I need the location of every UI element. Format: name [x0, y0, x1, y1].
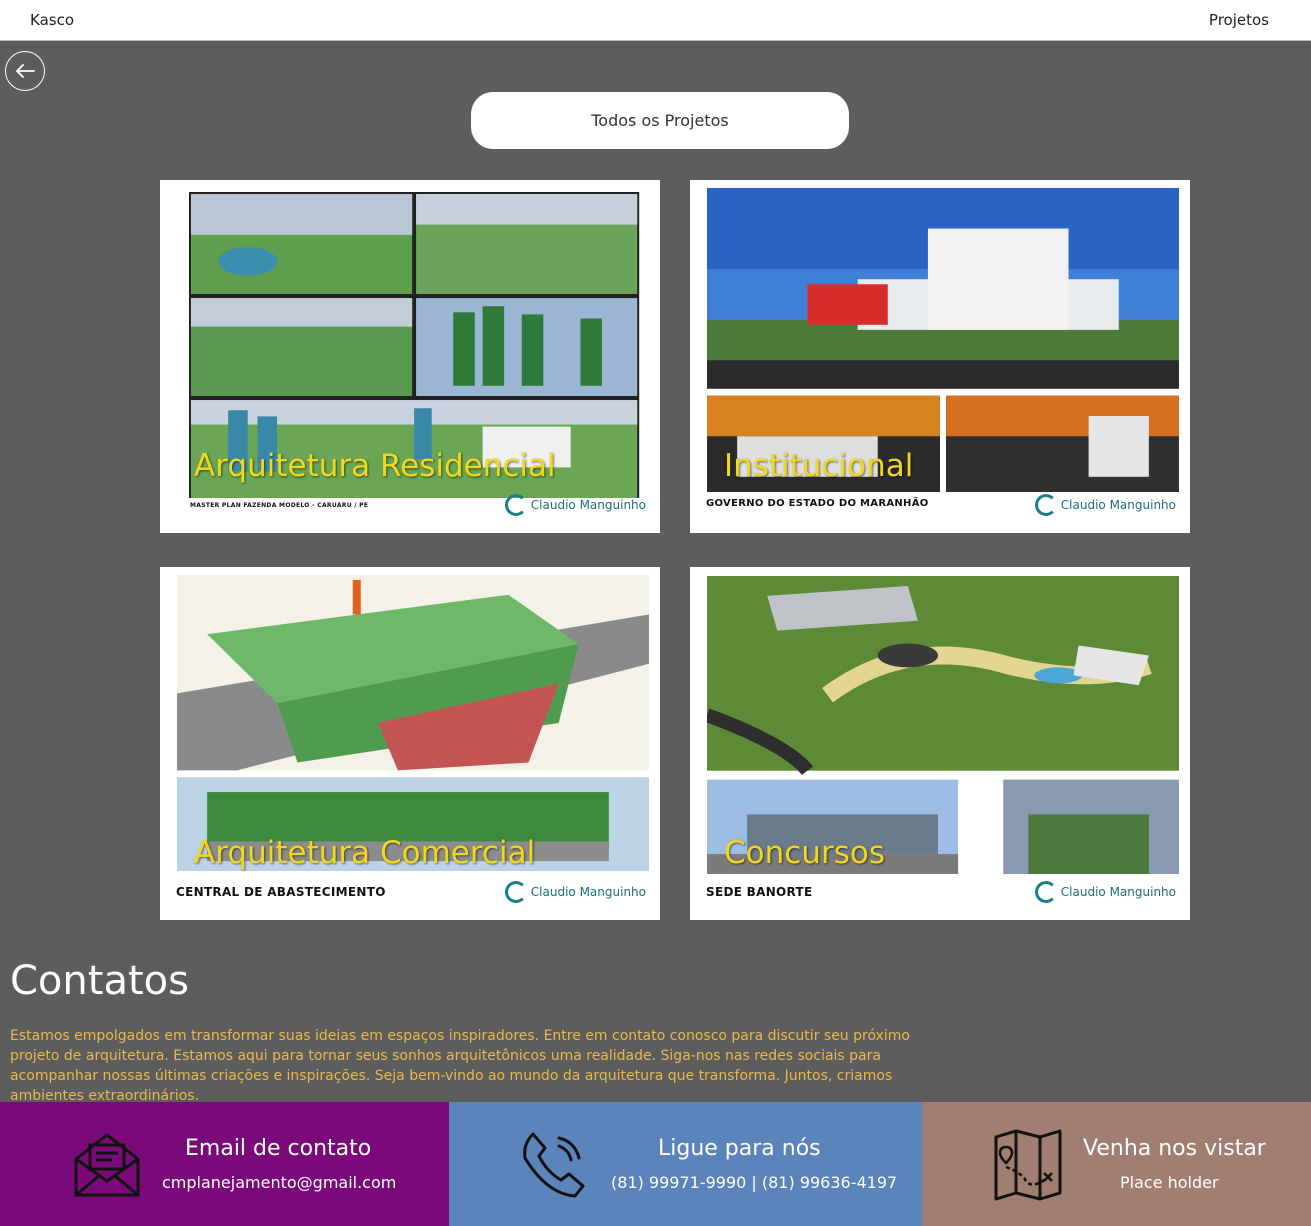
map-icon — [994, 1129, 1062, 1201]
top-navbar: Kasco Projetos — [0, 0, 1311, 41]
all-projects-button[interactable]: Todos os Projetos — [471, 92, 849, 149]
project-title: Institucional — [724, 448, 914, 484]
brand-logo[interactable]: Kasco — [30, 11, 74, 29]
contact-card-phone[interactable]: Ligue para nós (81) 99971-9990 | (81) 99… — [449, 1102, 922, 1226]
contact-email-value[interactable]: cmplanejamento@gmail.com — [162, 1173, 396, 1192]
envelope-icon — [74, 1133, 140, 1197]
back-button[interactable] — [5, 51, 45, 91]
firm-mark-icon — [504, 494, 527, 516]
contacts-description: Estamos empolgados em transformar suas i… — [10, 1028, 910, 1104]
project-title: Arquitetura Comercial — [194, 835, 536, 871]
project-image — [707, 188, 1179, 492]
arrow-left-icon — [16, 64, 35, 78]
firm-name: Claudio Manguinho — [530, 885, 646, 899]
contact-phone-title: Ligue para nós — [658, 1136, 821, 1161]
project-caption: CENTRAL DE ABASTECIMENTO — [176, 885, 386, 899]
project-image — [707, 576, 1179, 874]
project-image — [177, 575, 649, 871]
firm-logo: Claudio Manguinho — [1034, 881, 1176, 903]
project-card-comercial[interactable]: Arquitetura Comercial CENTRAL DE ABASTEC… — [160, 567, 660, 920]
project-card-residencial[interactable]: Arquitetura Residencial MASTER PLAN FAZE… — [160, 180, 660, 533]
contact-card-email[interactable]: Email de contato cmplanejamento@gmail.co… — [0, 1102, 449, 1226]
firm-logo: Claudio Manguinho — [504, 494, 646, 516]
project-card-institucional[interactable]: Institucional GOVERNO DO ESTADO DO MARAN… — [690, 180, 1190, 533]
contacts-title: Contatos — [10, 958, 189, 1004]
firm-mark-icon — [1034, 881, 1057, 903]
firm-logo: Claudio Manguinho — [1034, 494, 1176, 516]
firm-name: Claudio Manguinho — [1060, 498, 1176, 512]
firm-mark-icon — [1034, 494, 1057, 516]
project-title: Concursos — [724, 835, 885, 871]
project-card-concursos[interactable]: Concursos SEDE BANORTE Claudio Manguinho — [690, 567, 1190, 920]
contact-visit-title: Venha nos vistar — [1083, 1136, 1266, 1161]
project-caption: GOVERNO DO ESTADO DO MARANHÃO — [706, 498, 929, 509]
contact-visit-value: Place holder — [1120, 1173, 1219, 1192]
firm-mark-icon — [504, 881, 527, 903]
project-title: Arquitetura Residencial — [194, 448, 556, 484]
nav-link-projetos[interactable]: Projetos — [1209, 11, 1269, 29]
contact-email-title: Email de contato — [185, 1136, 372, 1161]
project-caption: SEDE BANORTE — [706, 885, 813, 899]
firm-logo: Claudio Manguinho — [504, 881, 646, 903]
contact-card-visit[interactable]: Venha nos vistar Place holder — [922, 1102, 1311, 1226]
firm-name: Claudio Manguinho — [1060, 885, 1176, 899]
project-caption: MASTER PLAN FAZENDA MODELO - CARUARU / P… — [190, 502, 369, 509]
firm-name: Claudio Manguinho — [530, 498, 646, 512]
contact-phone-value[interactable]: (81) 99971-9990 | (81) 99636-4197 — [611, 1173, 897, 1192]
phone-icon — [523, 1132, 585, 1198]
